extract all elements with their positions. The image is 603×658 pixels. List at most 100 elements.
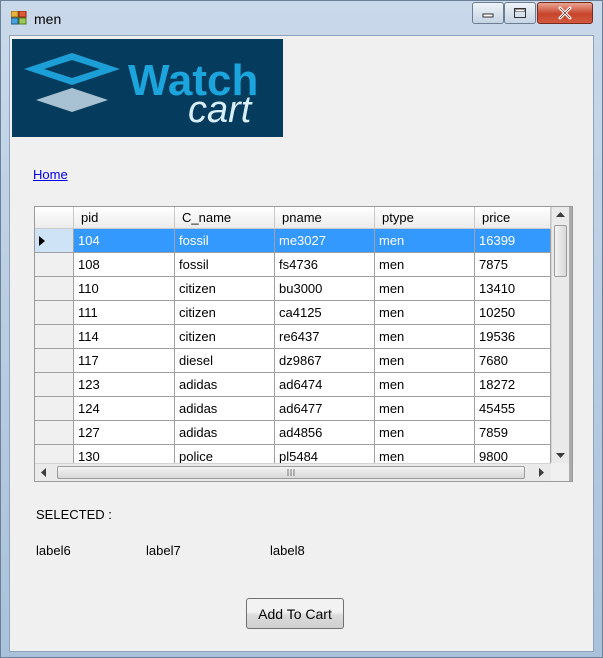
table-row[interactable]: 111 citizen ca4125 men 10250 <box>35 301 551 325</box>
maximize-icon <box>514 8 526 18</box>
cell-ptype[interactable]: men <box>375 301 475 325</box>
cell-c-name[interactable]: fossil <box>175 253 275 277</box>
cell-ptype[interactable]: men <box>375 421 475 445</box>
table-row[interactable]: 108 fossil fs4736 men 7875 <box>35 253 551 277</box>
cell-price[interactable]: 7680 <box>475 349 551 373</box>
cell-ptype[interactable]: men <box>375 253 475 277</box>
cell-pname[interactable]: dz9867 <box>275 349 375 373</box>
cell-price[interactable]: 45455 <box>475 397 551 421</box>
vertical-scrollbar[interactable] <box>551 207 569 463</box>
vertical-scroll-thumb[interactable] <box>554 225 567 277</box>
table-row[interactable]: 114 citizen re6437 men 19536 <box>35 325 551 349</box>
cell-pname[interactable]: ad6474 <box>275 373 375 397</box>
row-header[interactable] <box>35 445 74 463</box>
cell-pname[interactable]: ca4125 <box>275 301 375 325</box>
cell-pid[interactable]: 130 <box>74 445 175 463</box>
column-header-c-name[interactable]: C_name <box>175 207 275 229</box>
add-to-cart-button[interactable]: Add To Cart <box>246 598 344 629</box>
watchcart-logo: Watch cart <box>24 53 258 131</box>
cell-pid[interactable]: 117 <box>74 349 175 373</box>
row-header[interactable] <box>35 277 74 301</box>
cell-c-name[interactable]: adidas <box>175 397 275 421</box>
cell-price[interactable]: 13410 <box>475 277 551 301</box>
close-button[interactable] <box>537 2 593 24</box>
maximize-button[interactable] <box>504 2 536 24</box>
cell-pid[interactable]: 110 <box>74 277 175 301</box>
horizontal-scrollbar[interactable] <box>35 463 551 481</box>
grid-corner-header[interactable] <box>35 207 74 229</box>
grid-viewport: pid C_name pname ptype price 104 fossil … <box>35 207 551 463</box>
row-header[interactable] <box>35 229 74 253</box>
home-link[interactable]: Home <box>33 167 68 182</box>
cell-pname[interactable]: fs4736 <box>275 253 375 277</box>
cell-pid[interactable]: 127 <box>74 421 175 445</box>
scrollbar-corner <box>551 463 569 481</box>
column-header-pname[interactable]: pname <box>275 207 375 229</box>
cell-pname[interactable]: pl5484 <box>275 445 375 463</box>
table-row[interactable]: 117 diesel dz9867 men 7680 <box>35 349 551 373</box>
cell-pname[interactable]: re6437 <box>275 325 375 349</box>
row-header[interactable] <box>35 301 74 325</box>
cell-pid[interactable]: 114 <box>74 325 175 349</box>
row-header[interactable] <box>35 397 74 421</box>
scroll-down-arrow-icon[interactable] <box>552 447 569 463</box>
scroll-right-arrow-icon[interactable] <box>532 464 550 481</box>
cell-pid[interactable]: 104 <box>74 229 175 253</box>
cell-pid[interactable]: 111 <box>74 301 175 325</box>
cell-price[interactable]: 19536 <box>475 325 551 349</box>
cell-pname[interactable]: me3027 <box>275 229 375 253</box>
cell-c-name[interactable]: police <box>175 445 275 463</box>
table-row[interactable]: 127 adidas ad4856 men 7859 <box>35 421 551 445</box>
title-bar[interactable]: men <box>1 1 602 35</box>
cell-c-name[interactable]: adidas <box>175 421 275 445</box>
cell-pname[interactable]: ad4856 <box>275 421 375 445</box>
cell-ptype[interactable]: men <box>375 325 475 349</box>
cell-ptype[interactable]: men <box>375 229 475 253</box>
scroll-left-arrow-icon[interactable] <box>35 464 53 481</box>
cell-c-name[interactable]: diesel <box>175 349 275 373</box>
cell-c-name[interactable]: fossil <box>175 229 275 253</box>
app-icon <box>11 11 27 25</box>
cell-ptype[interactable]: men <box>375 445 475 463</box>
cell-ptype[interactable]: men <box>375 349 475 373</box>
cell-price[interactable]: 7875 <box>475 253 551 277</box>
row-header[interactable] <box>35 349 74 373</box>
row-header[interactable] <box>35 373 74 397</box>
cell-c-name[interactable]: adidas <box>175 373 275 397</box>
cell-price[interactable]: 9800 <box>475 445 551 463</box>
row-header[interactable] <box>35 421 74 445</box>
cell-pid[interactable]: 108 <box>74 253 175 277</box>
table-row[interactable]: 130 police pl5484 men 9800 <box>35 445 551 463</box>
cell-ptype[interactable]: men <box>375 397 475 421</box>
table-row[interactable]: 110 citizen bu3000 men 13410 <box>35 277 551 301</box>
cell-pid[interactable]: 124 <box>74 397 175 421</box>
current-row-arrow-icon <box>39 236 45 246</box>
column-header-price[interactable]: price <box>475 207 551 229</box>
column-header-pid[interactable]: pid <box>74 207 175 229</box>
column-header-ptype[interactable]: ptype <box>375 207 475 229</box>
cell-pname[interactable]: ad6477 <box>275 397 375 421</box>
grid-header-row: pid C_name pname ptype price <box>35 207 551 229</box>
cell-c-name[interactable]: citizen <box>175 325 275 349</box>
watchcart-banner: Watch cart <box>12 39 283 137</box>
cell-price[interactable]: 16399 <box>475 229 551 253</box>
cell-c-name[interactable]: citizen <box>175 277 275 301</box>
cell-pname[interactable]: bu3000 <box>275 277 375 301</box>
scroll-up-arrow-icon[interactable] <box>552 207 569 223</box>
minimize-button[interactable] <box>472 2 504 24</box>
cell-price[interactable]: 18272 <box>475 373 551 397</box>
table-row[interactable]: 123 adidas ad6474 men 18272 <box>35 373 551 397</box>
row-header[interactable] <box>35 253 74 277</box>
cell-ptype[interactable]: men <box>375 373 475 397</box>
cell-pid[interactable]: 123 <box>74 373 175 397</box>
table-row[interactable]: 124 adidas ad6477 men 45455 <box>35 397 551 421</box>
label6: label6 <box>36 543 71 558</box>
cell-price[interactable]: 7859 <box>475 421 551 445</box>
cell-price[interactable]: 10250 <box>475 301 551 325</box>
row-header[interactable] <box>35 325 74 349</box>
cell-c-name[interactable]: citizen <box>175 301 275 325</box>
horizontal-scroll-thumb[interactable] <box>57 466 525 479</box>
table-row[interactable]: 104 fossil me3027 men 16399 <box>35 229 551 253</box>
products-grid[interactable]: pid C_name pname ptype price 104 fossil … <box>34 206 573 482</box>
cell-ptype[interactable]: men <box>375 277 475 301</box>
